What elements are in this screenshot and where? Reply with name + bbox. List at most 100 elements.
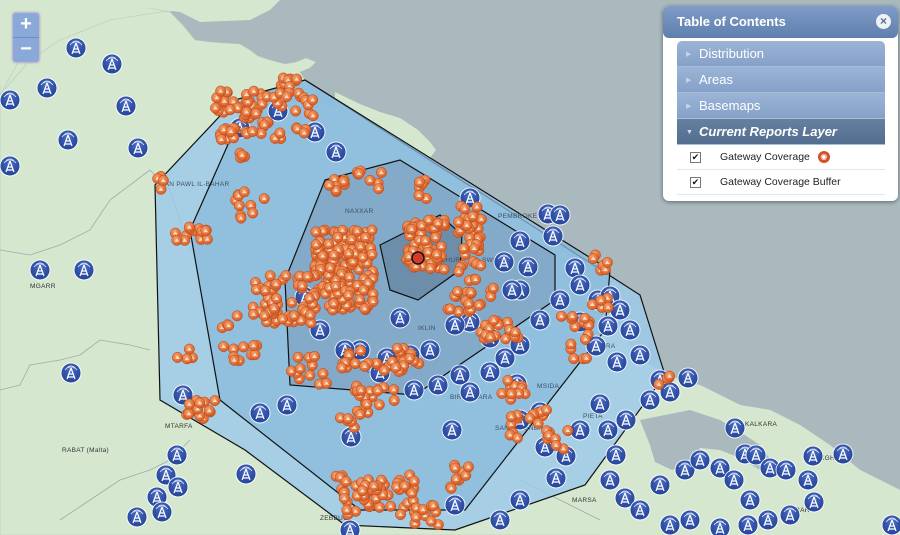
report-marker[interactable]: [509, 326, 521, 338]
report-marker[interactable]: [463, 298, 475, 310]
report-marker[interactable]: [445, 482, 457, 494]
report-marker[interactable]: [323, 238, 335, 250]
report-marker[interactable]: [268, 303, 280, 314]
report-marker[interactable]: [280, 270, 292, 282]
gateway-tower-icon[interactable]: [167, 476, 189, 498]
report-marker[interactable]: [286, 296, 298, 308]
report-marker[interactable]: [512, 432, 523, 444]
report-marker[interactable]: [250, 108, 262, 119]
gateway-tower-icon[interactable]: [489, 509, 511, 531]
report-marker[interactable]: [372, 385, 384, 397]
report-marker[interactable]: [248, 85, 260, 97]
report-marker[interactable]: [223, 320, 235, 332]
gateway-tower-icon[interactable]: [65, 37, 87, 59]
gateway-tower-icon[interactable]: [549, 204, 571, 226]
layer-checkbox-gateway-coverage[interactable]: ✔: [690, 152, 701, 163]
report-marker[interactable]: [349, 358, 361, 370]
report-marker[interactable]: [467, 210, 479, 222]
report-marker[interactable]: [568, 353, 580, 365]
gateway-tower-icon[interactable]: [802, 445, 824, 467]
toc-section-distribution[interactable]: ▶ Distribution: [677, 41, 885, 67]
report-marker[interactable]: [361, 398, 373, 410]
report-marker[interactable]: [452, 286, 463, 298]
report-marker[interactable]: [425, 262, 436, 274]
report-marker[interactable]: [357, 251, 369, 263]
report-marker[interactable]: [532, 417, 544, 429]
report-marker[interactable]: [487, 282, 499, 294]
report-marker[interactable]: [587, 253, 599, 264]
gateway-tower-icon[interactable]: [723, 469, 745, 491]
report-marker[interactable]: [270, 278, 282, 290]
report-marker[interactable]: [555, 310, 567, 322]
report-marker[interactable]: [601, 257, 613, 268]
report-marker[interactable]: [364, 174, 376, 186]
report-marker[interactable]: [390, 362, 402, 374]
report-marker[interactable]: [444, 303, 456, 315]
report-marker[interactable]: [395, 509, 406, 520]
gateway-tower-icon[interactable]: [599, 469, 621, 491]
gateway-tower-icon[interactable]: [724, 417, 746, 439]
gateway-tower-icon[interactable]: [549, 289, 571, 311]
report-marker[interactable]: [340, 476, 352, 487]
report-marker[interactable]: [247, 126, 259, 137]
selected-gateway-marker[interactable]: [411, 251, 425, 265]
report-marker[interactable]: [427, 500, 439, 512]
report-marker[interactable]: [225, 126, 237, 137]
report-marker[interactable]: [505, 388, 517, 400]
report-marker[interactable]: [290, 105, 302, 117]
report-marker[interactable]: [353, 168, 365, 180]
report-marker[interactable]: [475, 260, 487, 271]
gateway-tower-icon[interactable]: [0, 89, 21, 111]
report-marker[interactable]: [581, 352, 592, 364]
report-marker[interactable]: [249, 349, 261, 361]
report-marker[interactable]: [309, 351, 320, 362]
gateway-tower-icon[interactable]: [797, 469, 819, 491]
report-marker[interactable]: [317, 250, 329, 262]
gateway-tower-icon[interactable]: [597, 419, 619, 441]
report-marker[interactable]: [358, 284, 370, 296]
report-marker[interactable]: [354, 408, 366, 420]
report-marker[interactable]: [406, 223, 418, 235]
gateway-tower-icon[interactable]: [427, 374, 449, 396]
gateway-tower-icon[interactable]: [649, 474, 671, 496]
gateway-tower-icon[interactable]: [545, 467, 567, 489]
gateway-tower-icon[interactable]: [509, 489, 531, 511]
toc-section-basemaps[interactable]: ▶ Basemaps: [677, 93, 885, 119]
report-marker[interactable]: [183, 398, 195, 410]
gateway-tower-icon[interactable]: [803, 491, 825, 513]
gateway-tower-icon[interactable]: [403, 379, 425, 401]
report-marker[interactable]: [172, 351, 183, 363]
report-marker[interactable]: [484, 331, 496, 343]
report-marker[interactable]: [438, 263, 450, 275]
report-marker[interactable]: [238, 341, 249, 353]
report-marker[interactable]: [541, 404, 552, 416]
gateway-tower-icon[interactable]: [517, 256, 539, 278]
gateway-tower-icon[interactable]: [127, 137, 149, 159]
report-marker[interactable]: [355, 345, 367, 357]
report-marker[interactable]: [453, 266, 465, 278]
report-marker[interactable]: [292, 351, 304, 363]
report-marker[interactable]: [496, 387, 508, 399]
gateway-tower-icon[interactable]: [151, 501, 173, 523]
report-marker[interactable]: [565, 338, 577, 350]
report-marker[interactable]: [307, 110, 319, 122]
gateway-tower-icon[interactable]: [459, 381, 481, 403]
gateway-tower-icon[interactable]: [529, 309, 551, 331]
gateway-tower-icon[interactable]: [494, 347, 516, 369]
report-marker[interactable]: [209, 395, 221, 407]
gateway-tower-icon[interactable]: [737, 514, 759, 535]
gateway-tower-icon[interactable]: [419, 339, 441, 361]
report-marker[interactable]: [385, 500, 397, 512]
report-marker[interactable]: [304, 292, 315, 304]
report-marker[interactable]: [550, 439, 562, 451]
report-marker[interactable]: [183, 343, 195, 355]
report-marker[interactable]: [317, 368, 329, 380]
report-marker[interactable]: [328, 298, 340, 310]
report-marker[interactable]: [259, 310, 271, 322]
report-marker[interactable]: [468, 243, 480, 254]
report-marker[interactable]: [258, 193, 270, 205]
report-marker[interactable]: [459, 203, 471, 215]
report-marker[interactable]: [471, 201, 483, 213]
report-marker[interactable]: [304, 369, 316, 381]
gateway-tower-icon[interactable]: [249, 402, 271, 424]
